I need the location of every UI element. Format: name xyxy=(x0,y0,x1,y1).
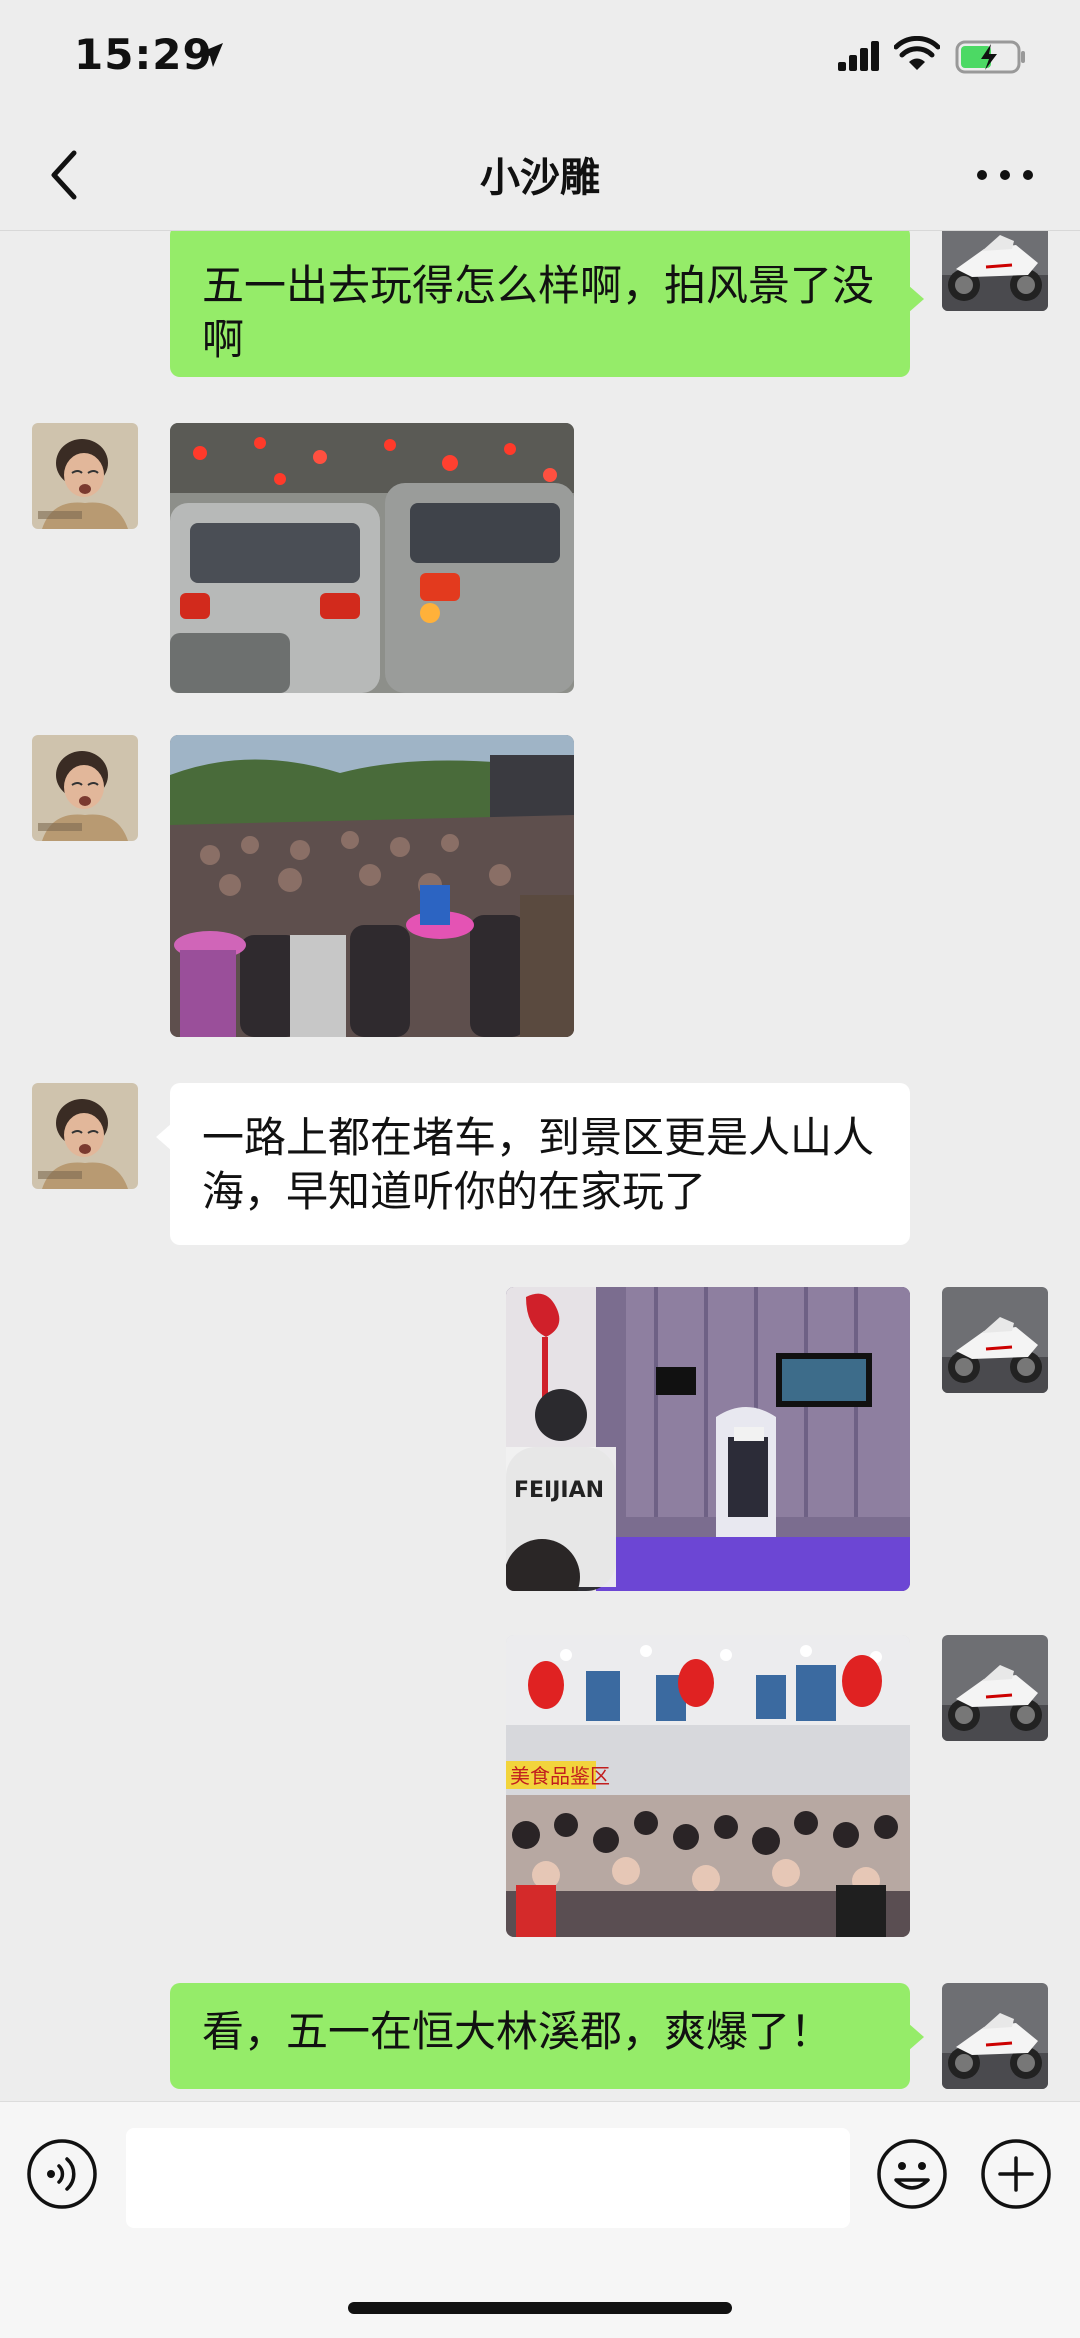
my-avatar[interactable] xyxy=(942,1287,1048,1393)
emoji-icon[interactable] xyxy=(876,2138,948,2210)
wifi-icon xyxy=(894,36,940,70)
message-bubble-sent[interactable]: 看，五一在恒大林溪郡，爽爆了！ xyxy=(170,1983,924,2089)
vr-experience-photo[interactable]: FEIJIAN xyxy=(506,1287,910,1591)
message-input[interactable] xyxy=(126,2128,850,2228)
home-indicator[interactable] xyxy=(348,2302,732,2314)
cellular-signal-icon xyxy=(838,41,879,71)
crowded-scenic-area-photo[interactable] xyxy=(170,735,574,1037)
message-text: 一路上都在堵车，到景区更是人山人海，早知道听你的在家玩了 xyxy=(202,1113,875,1216)
message-bubble-received[interactable]: 一路上都在堵车，到景区更是人山人海，早知道听你的在家玩了 xyxy=(156,1083,910,1245)
chat-header: 小沙雕 xyxy=(0,120,1080,231)
contact-avatar[interactable] xyxy=(32,423,138,529)
message-bubble-sent[interactable]: 五一出去玩得怎么样啊，拍风景了没啊 xyxy=(170,231,924,377)
plus-more-icon[interactable] xyxy=(980,2138,1052,2210)
status-time: 15:29 xyxy=(74,30,213,79)
status-bar: 15:29 xyxy=(0,0,1080,120)
message-input-bar xyxy=(0,2101,1080,2338)
contact-avatar[interactable] xyxy=(32,1083,138,1189)
my-avatar[interactable] xyxy=(942,1635,1048,1741)
food-hall-crowd-photo[interactable]: 美食品鉴区 xyxy=(506,1635,910,1937)
more-options-icon[interactable] xyxy=(970,152,1040,198)
shirt-print-text: FEIJIAN xyxy=(514,1478,604,1503)
food-sign-text: 美食品鉴区 xyxy=(510,1764,610,1788)
message-list[interactable]: 五一出去玩得怎么样啊，拍风景了没啊 一路上都在堵车，到景区更是人山人海，早知道听… xyxy=(0,231,1080,2101)
message-text: 看，五一在恒大林溪郡，爽爆了！ xyxy=(202,2007,833,2056)
message-text: 五一出去玩得怎么样啊，拍风景了没啊 xyxy=(202,261,875,364)
my-avatar[interactable] xyxy=(942,231,1048,311)
contact-avatar[interactable] xyxy=(32,735,138,841)
traffic-jam-photo[interactable] xyxy=(170,423,574,693)
my-avatar[interactable] xyxy=(942,1983,1048,2089)
battery-charging-icon xyxy=(955,40,1025,74)
voice-input-icon[interactable] xyxy=(26,2138,98,2210)
chat-title: 小沙雕 xyxy=(480,155,600,201)
location-arrow-icon xyxy=(199,43,223,67)
